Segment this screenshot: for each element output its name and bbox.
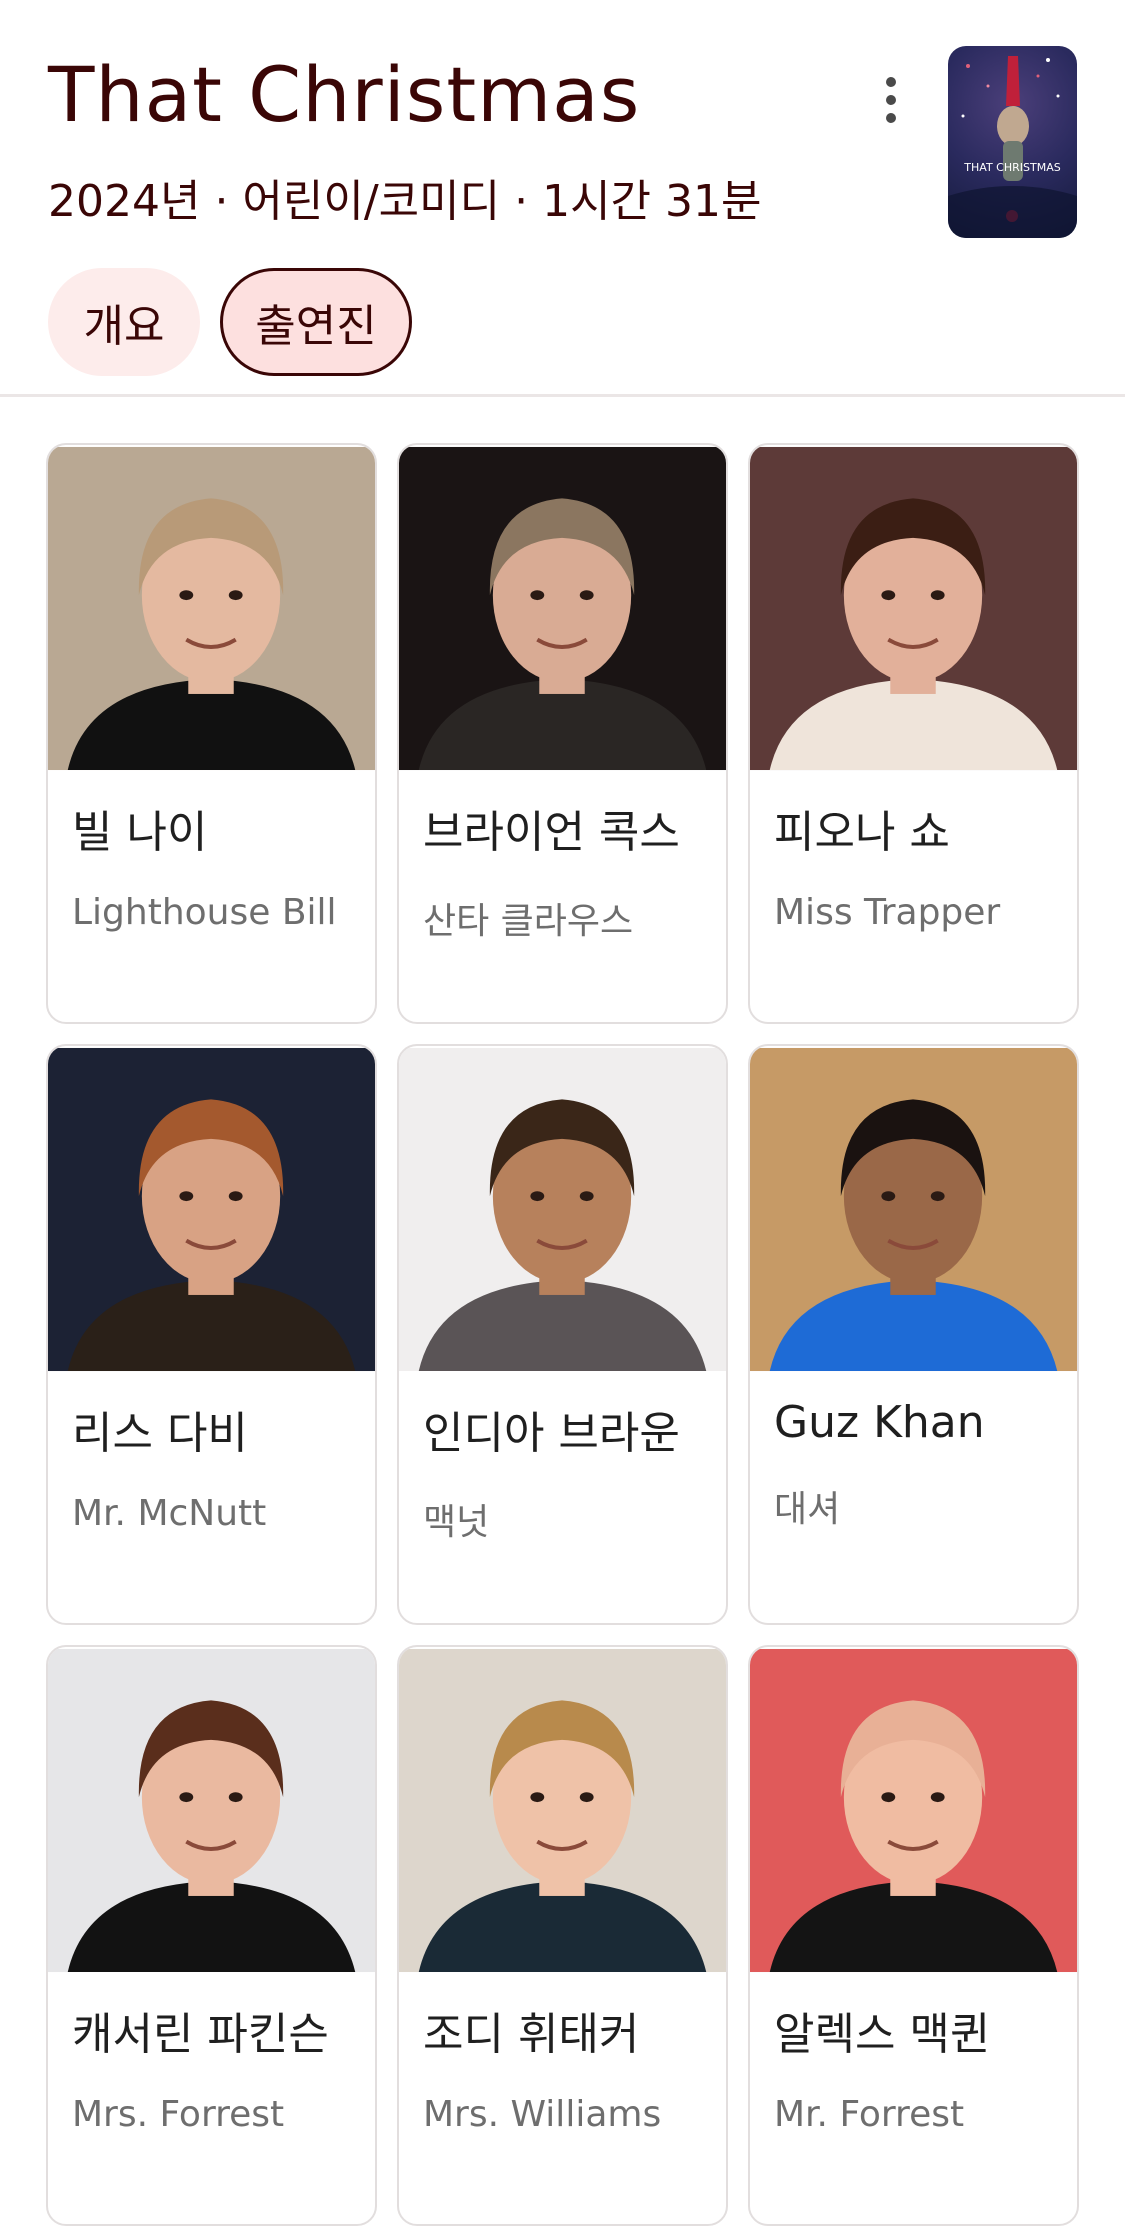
tab-bar: 개요 출연진 <box>48 268 412 376</box>
cast-card[interactable]: 캐서린 파킨슨 Mrs. Forrest <box>46 1645 377 2226</box>
cast-card[interactable]: 조디 휘태커 Mrs. Williams <box>397 1645 728 2226</box>
cast-photo <box>399 445 726 772</box>
cast-role: Miss Trapper <box>774 892 1001 933</box>
cast-card[interactable]: 알렉스 맥퀸 Mr. Forrest <box>748 1645 1079 2226</box>
cast-name: 피오나 쇼 <box>774 807 950 858</box>
poster-title-text: THAT CHRISTMAS <box>963 161 1060 174</box>
cast-card[interactable]: 피오나 쇼 Miss Trapper <box>748 443 1079 1024</box>
cast-name: 브라이언 콕스 <box>423 807 680 858</box>
cast-photo <box>750 445 1077 772</box>
cast-card[interactable]: 빌 나이 Lighthouse Bill <box>46 443 377 1024</box>
more-options-icon[interactable] <box>866 70 916 130</box>
movie-meta: 2024년 · 어린이/코미디 · 1시간 31분 <box>48 176 762 227</box>
cast-role: Lighthouse Bill <box>72 892 337 933</box>
cast-photo <box>399 1046 726 1373</box>
cast-role: Mrs. Williams <box>423 2094 662 2135</box>
movie-poster[interactable]: THAT CHRISTMAS <box>948 46 1077 238</box>
tab-cast[interactable]: 출연진 <box>220 268 412 376</box>
cast-role: 맥넛 <box>423 1502 490 1543</box>
cast-role: Mrs. Forrest <box>72 2094 285 2135</box>
cast-role: 대셔 <box>774 1489 841 1530</box>
cast-name: Guz Khan <box>774 1397 985 1448</box>
page-title: That Christmas <box>48 50 641 139</box>
cast-name: 빌 나이 <box>72 807 208 858</box>
cast-photo <box>750 1647 1077 1974</box>
cast-card[interactable]: Guz Khan 대셔 <box>748 1044 1079 1625</box>
cast-photo <box>48 1647 375 1974</box>
cast-photo <box>399 1647 726 1974</box>
cast-role: Mr. Forrest <box>774 2094 965 2135</box>
cast-card[interactable]: 리스 다비 Mr. McNutt <box>46 1044 377 1625</box>
cast-name: 인디아 브라운 <box>423 1408 680 1459</box>
cast-card[interactable]: 인디아 브라운 맥넛 <box>397 1044 728 1625</box>
header: That Christmas 2024년 · 어린이/코미디 · 1시간 31분… <box>0 0 1125 397</box>
cast-name: 리스 다비 <box>72 1408 248 1459</box>
cast-name: 캐서린 파킨슨 <box>72 2009 329 2060</box>
tab-overview[interactable]: 개요 <box>48 268 200 376</box>
cast-name: 조디 휘태커 <box>423 2009 640 2060</box>
cast-card[interactable]: 브라이언 콕스 산타 클라우스 <box>397 443 728 1024</box>
cast-photo <box>48 445 375 772</box>
cast-name: 알렉스 맥퀸 <box>774 2009 991 2060</box>
cast-photo <box>48 1046 375 1373</box>
cast-photo <box>750 1046 1077 1373</box>
cast-role: 산타 클라우스 <box>423 901 634 942</box>
cast-role: Mr. McNutt <box>72 1493 267 1534</box>
cast-grid: 빌 나이 Lighthouse Bill 브라이언 콕스 산타 클라우스 피오나… <box>46 443 1080 2226</box>
